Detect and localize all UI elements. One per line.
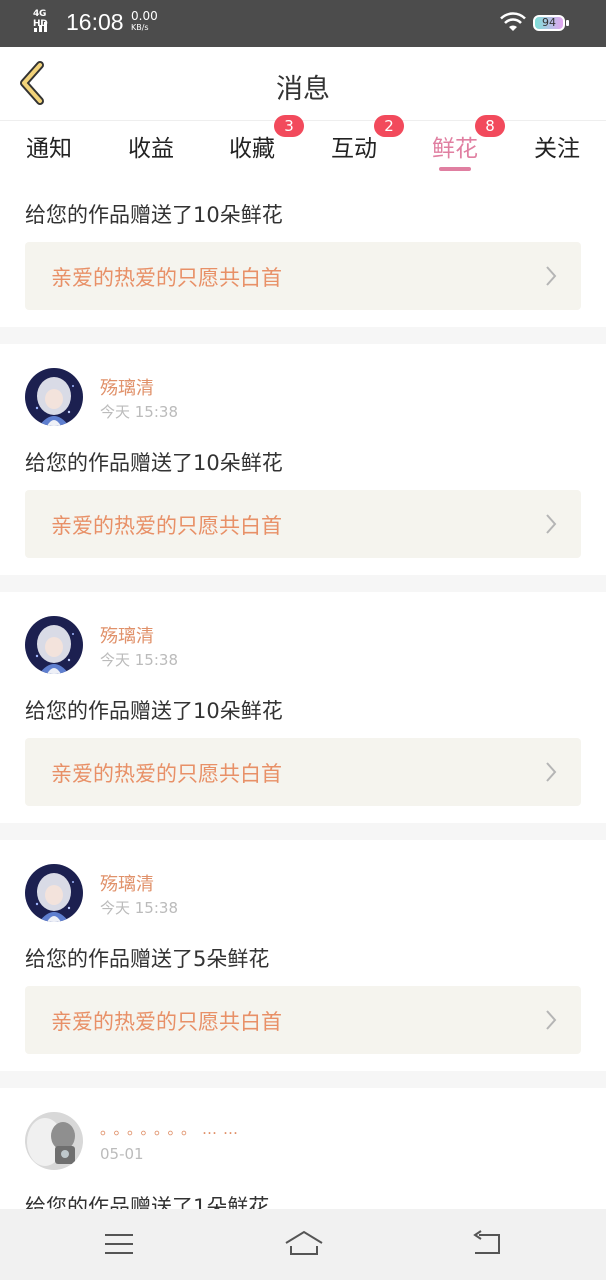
network-speed: 0.00 KB/s <box>131 9 158 33</box>
speed-value: 0.00 <box>131 9 158 23</box>
wifi-icon <box>500 12 526 31</box>
message-card: 给您的作品赠送了10朵鲜花 亲爱的热爱的只愿共白首 <box>0 179 606 327</box>
back-icon <box>473 1230 500 1254</box>
message-time: 05-01 <box>100 1145 144 1163</box>
message-text: 给您的作品赠送了1朵鲜花 <box>25 1195 270 1209</box>
tab-notifications[interactable]: 通知 <box>9 129 89 173</box>
tab-flowers[interactable]: 鲜花 8 <box>415 115 505 173</box>
status-time: 16:08 <box>66 9 124 35</box>
work-title: 亲爱的热爱的只愿共白首 <box>51 1010 282 1034</box>
tab-label: 互动 <box>331 136 377 162</box>
tab-label: 收藏 <box>229 136 275 162</box>
tab-label: 关注 <box>534 136 580 162</box>
battery-icon: 94 <box>533 15 569 31</box>
tab-earnings[interactable]: 收益 <box>111 129 191 173</box>
tab-bar: 通知 收益 收藏 3 互动 2 鲜花 8 关注 <box>0 115 606 179</box>
home-icon <box>285 1230 323 1255</box>
chevron-right-icon <box>546 762 557 782</box>
work-link[interactable]: 亲爱的热爱的只愿共白首 <box>25 242 581 310</box>
chevron-right-icon <box>546 1010 557 1030</box>
divider <box>0 575 606 592</box>
work-link[interactable]: 亲爱的热爱的只愿共白首 <box>25 738 581 806</box>
message-time: 今天 15:38 <box>100 403 178 421</box>
chevron-right-icon <box>546 514 557 534</box>
divider <box>0 1071 606 1088</box>
avatar[interactable] <box>25 368 83 426</box>
tab-interactions[interactable]: 互动 2 <box>314 115 404 173</box>
message-text: 给您的作品赠送了10朵鲜花 <box>25 451 283 475</box>
system-nav-bar <box>0 1209 606 1280</box>
signal-icon: 4G HD <box>33 9 59 35</box>
message-text: 给您的作品赠送了5朵鲜花 <box>25 947 270 971</box>
favorites-badge: 3 <box>274 115 304 137</box>
interactions-badge: 2 <box>374 115 404 137</box>
username[interactable]: 殇璃清 <box>100 870 154 896</box>
page-title: 消息 <box>276 74 330 105</box>
avatar[interactable] <box>25 1112 83 1170</box>
menu-icon <box>105 1234 133 1254</box>
username[interactable]: 殇璃清 <box>100 374 154 400</box>
username[interactable]: 。。。。。。。…… <box>100 1118 244 1139</box>
avatar[interactable] <box>25 616 83 674</box>
status-bar: 4G HD 16:08 0.00 KB/s 94 <box>0 0 606 47</box>
work-title: 亲爱的热爱的只愿共白首 <box>51 266 282 290</box>
tab-favorites[interactable]: 收藏 3 <box>212 115 304 173</box>
message-list[interactable]: 给您的作品赠送了10朵鲜花 亲爱的热爱的只愿共白首 殇璃清 今天 15:38 给… <box>0 179 606 1209</box>
tab-label: 鲜花 <box>432 136 478 162</box>
work-title: 亲爱的热爱的只愿共白首 <box>51 762 282 786</box>
menu-button[interactable] <box>101 1229 137 1259</box>
message-card: 殇璃清 今天 15:38 给您的作品赠送了10朵鲜花 亲爱的热爱的只愿共白首 <box>0 344 606 575</box>
message-card: 殇璃清 今天 15:38 给您的作品赠送了5朵鲜花 亲爱的热爱的只愿共白首 <box>0 840 606 1071</box>
message-text: 给您的作品赠送了10朵鲜花 <box>25 203 283 227</box>
message-card: 。。。。。。。…… 05-01 给您的作品赠送了1朵鲜花 <box>0 1088 606 1209</box>
tab-label: 通知 <box>26 136 72 162</box>
divider <box>0 327 606 344</box>
home-button[interactable] <box>284 1229 324 1259</box>
work-link[interactable]: 亲爱的热爱的只愿共白首 <box>25 986 581 1054</box>
work-title: 亲爱的热爱的只愿共白首 <box>51 514 282 538</box>
tab-label: 收益 <box>128 136 174 162</box>
divider <box>0 823 606 840</box>
message-time: 今天 15:38 <box>100 899 178 917</box>
chevron-right-icon <box>546 266 557 286</box>
work-link[interactable]: 亲爱的热爱的只愿共白首 <box>25 490 581 558</box>
message-text: 给您的作品赠送了10朵鲜花 <box>25 699 283 723</box>
active-tab-indicator <box>439 167 471 171</box>
header: 消息 <box>0 47 606 121</box>
username[interactable]: 殇璃清 <box>100 622 154 648</box>
avatar[interactable] <box>25 864 83 922</box>
message-card: 殇璃清 今天 15:38 给您的作品赠送了10朵鲜花 亲爱的热爱的只愿共白首 <box>0 592 606 823</box>
tab-following[interactable]: 关注 <box>517 129 597 173</box>
back-nav-button[interactable] <box>469 1229 505 1259</box>
flowers-badge: 8 <box>475 115 505 137</box>
speed-unit: KB/s <box>131 23 149 32</box>
message-time: 今天 15:38 <box>100 651 178 669</box>
